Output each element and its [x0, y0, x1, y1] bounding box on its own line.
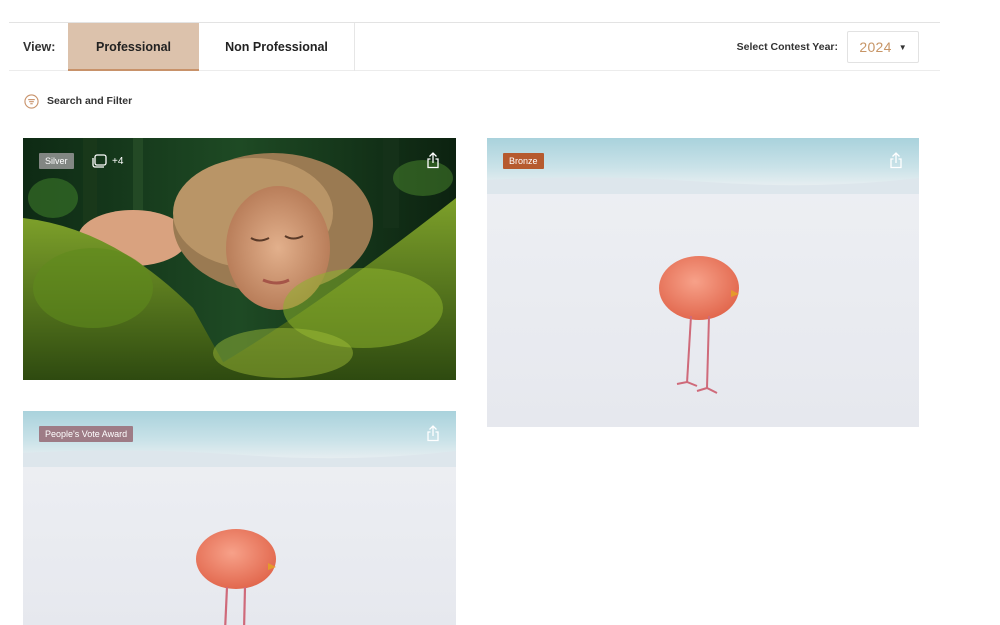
share-icon[interactable]	[889, 152, 903, 169]
view-label: View:	[23, 40, 56, 54]
contest-year-select[interactable]: 2024 ▼	[847, 31, 919, 63]
photo-flamingo	[23, 411, 456, 625]
contest-year-label: Select Contest Year:	[736, 41, 838, 53]
view-bar: View: Professional Non Professional Sele…	[9, 23, 940, 71]
extra-image-count: +4	[112, 156, 124, 167]
tab-non-professional[interactable]: Non Professional	[199, 23, 355, 71]
share-icon[interactable]	[426, 152, 440, 169]
year-value: 2024	[859, 39, 892, 55]
search-and-filter-button[interactable]: Search and Filter	[24, 92, 132, 110]
award-badge: Bronze	[503, 153, 544, 169]
photo-woman-on-moss	[23, 138, 456, 380]
gallery-stack-icon	[92, 154, 107, 168]
filter-label: Search and Filter	[47, 95, 133, 107]
caret-down-icon: ▼	[898, 42, 907, 52]
share-icon[interactable]	[426, 425, 440, 442]
gallery-card-silver[interactable]: Silver +4	[23, 138, 456, 380]
multi-image-indicator: +4	[91, 154, 123, 169]
award-badge: Silver	[39, 153, 74, 169]
filter-lines-icon	[24, 93, 39, 109]
tab-professional[interactable]: Professional	[68, 23, 199, 71]
photo-flamingo	[487, 138, 919, 427]
award-badge: People's Vote Award	[39, 426, 134, 442]
gallery-card-bronze[interactable]: Bronze	[487, 138, 919, 427]
gallery-card-peoples-vote[interactable]: People's Vote Award	[23, 411, 456, 625]
